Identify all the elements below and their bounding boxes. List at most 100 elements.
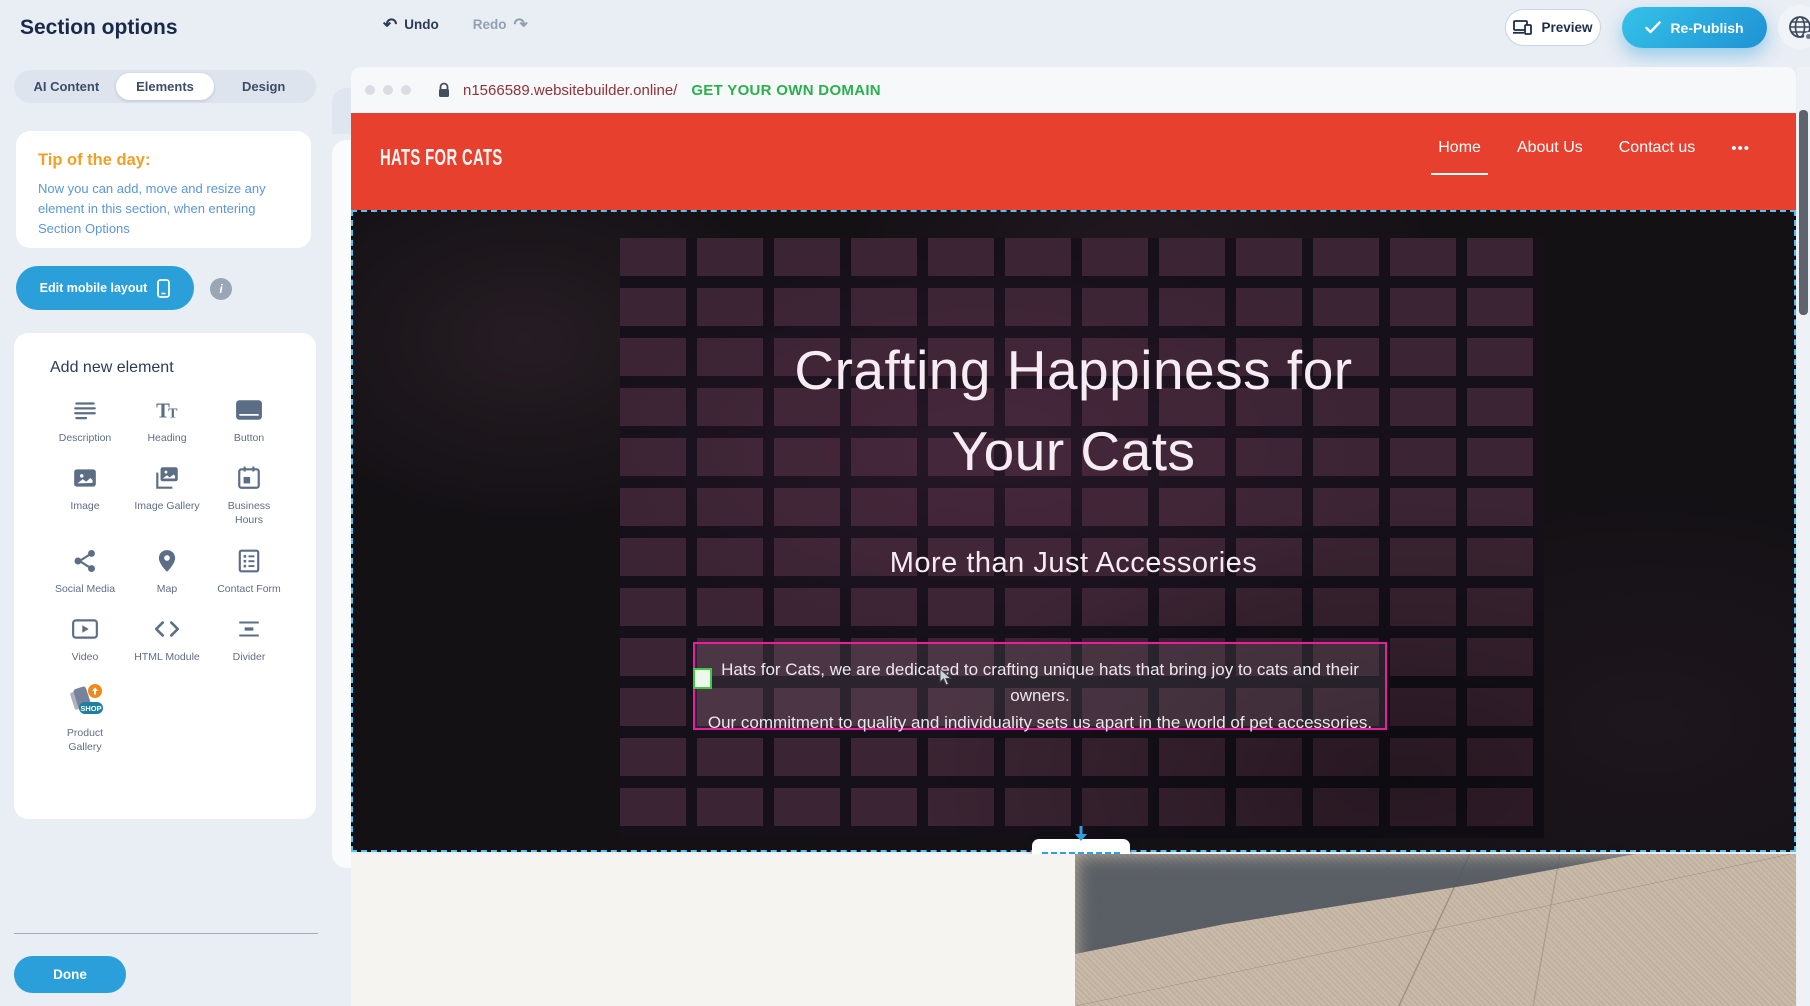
next-section-image[interactable]	[1075, 854, 1796, 1006]
element-drag-handle[interactable]	[693, 668, 712, 689]
element-label: Divider	[233, 650, 266, 664]
scrollbar-track[interactable]	[1797, 67, 1810, 1006]
add-element-title: Add new element	[14, 359, 316, 377]
mouse-cursor	[939, 668, 953, 686]
hero-subheading[interactable]: More than Just Accessories	[353, 547, 1794, 580]
done-button[interactable]: Done	[14, 956, 126, 993]
element-video[interactable]: Video	[44, 614, 126, 664]
element-label: Description	[59, 431, 112, 445]
element-description[interactable]: Description	[44, 395, 126, 445]
element-label: Product Gallery	[49, 726, 121, 754]
tip-title: Tip of the day:	[38, 151, 289, 170]
element-label: Map	[157, 582, 177, 596]
website-builder-app: Section options ↶ Undo Redo ↷ Preview Re…	[0, 0, 1810, 1006]
checkmark-icon	[1645, 21, 1661, 34]
undo-redo-group: ↶ Undo Redo ↷	[383, 16, 528, 33]
shop-badge: SHOP	[80, 704, 101, 713]
undo-button[interactable]: ↶ Undo	[383, 16, 439, 33]
republish-button[interactable]: Re-Publish	[1622, 7, 1767, 48]
description-icon	[70, 395, 100, 425]
language-globe-button[interactable]	[1778, 5, 1810, 49]
tip-body: Now you can add, move and resize any ele…	[38, 179, 289, 239]
add-new-element-card: Add new element Description TT Heading	[14, 333, 316, 819]
map-pin-icon	[152, 546, 182, 576]
element-image[interactable]: Image	[44, 463, 126, 527]
element-label: Social Media	[55, 582, 115, 596]
canvas-rail-top	[332, 88, 351, 134]
preview-button[interactable]: Preview	[1505, 9, 1601, 46]
redo-button[interactable]: Redo ↷	[473, 16, 528, 33]
element-label: Contact Form	[217, 582, 281, 596]
globe-status-dot	[1804, 32, 1810, 41]
section-options-sidebar: AI Content Elements Design Tip of the da…	[0, 0, 328, 1006]
product-gallery-icon: SHOP	[63, 682, 107, 720]
element-contact-form[interactable]: Contact Form	[208, 546, 290, 596]
business-hours-icon	[234, 463, 264, 493]
get-domain-link[interactable]: GET YOUR OWN DOMAIN	[691, 82, 881, 99]
selected-text-element[interactable]: Hats for Cats, we are dedicated to craft…	[693, 642, 1387, 730]
site-logo[interactable]: HATS FOR CATS	[380, 145, 503, 171]
tab-design[interactable]: Design	[214, 73, 313, 100]
redo-label: Redo	[473, 17, 507, 32]
devices-icon	[1513, 20, 1533, 35]
element-button[interactable]: Button	[208, 395, 290, 445]
tab-elements[interactable]: Elements	[116, 73, 215, 100]
republish-label: Re-Publish	[1670, 20, 1743, 36]
nav-more-icon[interactable]: •••	[1731, 140, 1750, 165]
nav-about-us[interactable]: About Us	[1517, 139, 1583, 165]
element-label: Button	[234, 431, 264, 445]
site-nav: Home About Us Contact us •••	[1438, 139, 1750, 165]
button-icon	[234, 395, 264, 425]
browser-chrome-bar: n1566589.websitebuilder.online/ GET YOUR…	[351, 67, 1796, 113]
element-map[interactable]: Map	[126, 546, 208, 596]
sidebar-tabs: AI Content Elements Design	[14, 70, 316, 103]
element-html-module[interactable]: HTML Module	[126, 614, 208, 664]
site-url[interactable]: n1566589.websitebuilder.online/	[463, 82, 677, 99]
undo-icon: ↶	[383, 16, 397, 33]
sidebar-divider	[14, 933, 318, 934]
element-heading[interactable]: TT Heading	[126, 395, 208, 445]
video-icon	[70, 614, 100, 644]
contact-form-icon	[234, 546, 264, 576]
element-label: HTML Module	[134, 650, 200, 664]
hero-heading[interactable]: Crafting Happiness for Your Cats	[353, 330, 1794, 493]
element-business-hours[interactable]: Business Hours	[208, 463, 290, 527]
image-shadow	[1075, 854, 1695, 974]
element-image-gallery[interactable]: Image Gallery	[126, 463, 208, 527]
image-gallery-icon	[152, 463, 182, 493]
image-icon	[70, 463, 100, 493]
social-media-icon	[70, 546, 100, 576]
hero-tile-grid	[620, 238, 1544, 838]
undo-label: Undo	[404, 17, 439, 32]
canvas-rail	[332, 140, 351, 868]
element-social-media[interactable]: Social Media	[44, 546, 126, 596]
phone-icon	[157, 279, 170, 298]
nav-home[interactable]: Home	[1438, 139, 1481, 165]
scrollbar-thumb[interactable]	[1799, 110, 1808, 315]
window-control-dots	[365, 85, 411, 95]
site-header[interactable]: HATS FOR CATS Home About Us Contact us •…	[351, 113, 1796, 210]
heading-icon: TT	[152, 395, 182, 425]
element-grid: Description TT Heading Button	[14, 395, 316, 754]
info-icon[interactable]: i	[210, 278, 232, 300]
tip-of-the-day-card: Tip of the day: Now you can add, move an…	[16, 131, 311, 248]
edit-mobile-label: Edit mobile layout	[40, 281, 148, 295]
element-label: Image Gallery	[134, 499, 199, 513]
edit-mobile-layout-button[interactable]: Edit mobile layout	[16, 266, 194, 310]
nav-contact-us[interactable]: Contact us	[1619, 139, 1695, 165]
next-section-left[interactable]	[351, 854, 1075, 1006]
redo-icon: ↷	[514, 16, 528, 33]
element-label: Heading	[147, 431, 186, 445]
element-label: Image	[70, 499, 99, 513]
code-icon	[152, 614, 182, 644]
preview-label: Preview	[1541, 20, 1592, 35]
divider-icon	[234, 614, 264, 644]
tab-ai-content[interactable]: AI Content	[17, 73, 116, 100]
element-label: Business Hours	[213, 499, 285, 527]
svg-text:T: T	[168, 406, 178, 422]
element-label: Video	[72, 650, 99, 664]
hero-section-selected[interactable]: Crafting Happiness for Your Cats More th…	[351, 210, 1796, 852]
element-divider[interactable]: Divider	[208, 614, 290, 664]
hero-body-text[interactable]: Hats for Cats, we are dedicated to craft…	[695, 644, 1385, 736]
element-product-gallery[interactable]: SHOP Product Gallery	[44, 682, 126, 754]
